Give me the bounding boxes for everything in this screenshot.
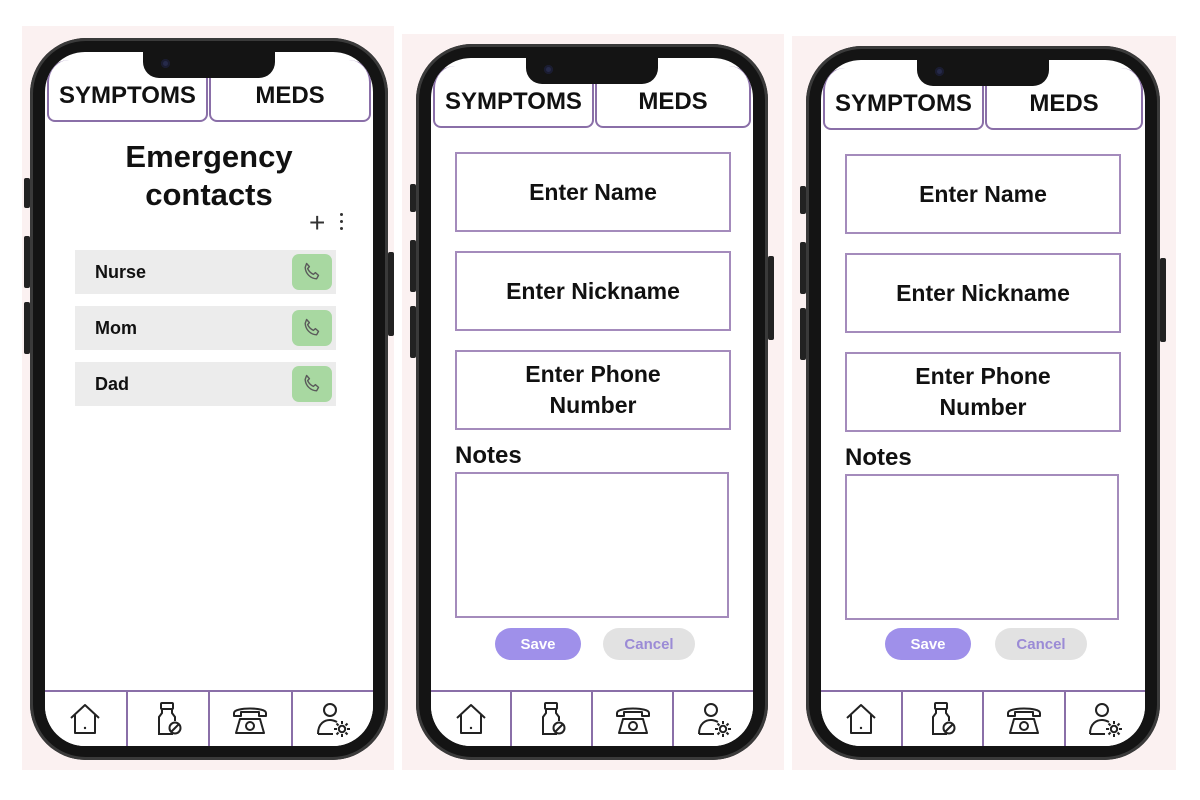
user-settings-icon (316, 703, 350, 737)
nav-medications[interactable] (128, 692, 210, 746)
nav-profile-settings[interactable] (1066, 692, 1146, 746)
contact-row-nurse[interactable]: Nurse (75, 250, 336, 294)
save-button[interactable]: Save (885, 628, 971, 660)
telephone-icon (233, 707, 268, 734)
bottom-nav (821, 690, 1145, 746)
save-button[interactable]: Save (495, 628, 581, 660)
nav-home[interactable] (45, 692, 128, 746)
call-button[interactable] (292, 366, 332, 402)
page-title-line-1: Emergency (125, 139, 293, 174)
notes-label: Notes (455, 442, 522, 469)
phone-notch (143, 52, 275, 78)
contact-name: Dad (95, 373, 130, 394)
camera-icon (544, 65, 553, 74)
user-settings-icon (1089, 703, 1123, 737)
nickname-field[interactable]: Enter Nickname (845, 253, 1121, 333)
nav-profile-settings[interactable] (293, 692, 374, 746)
page-title: Emergency contacts (45, 138, 373, 214)
phone-icon (304, 262, 320, 280)
home-icon (70, 704, 100, 734)
nav-contacts[interactable] (593, 692, 674, 746)
nav-contacts[interactable] (984, 692, 1066, 746)
bottom-nav (45, 690, 373, 746)
call-button[interactable] (292, 254, 332, 290)
phone-side-button (768, 256, 774, 340)
phone-notch (917, 60, 1049, 86)
name-field[interactable]: Enter Name (455, 152, 731, 232)
nav-medications[interactable] (903, 692, 984, 746)
phone-side-button (388, 252, 394, 336)
cancel-button[interactable]: Cancel (603, 628, 695, 660)
phone-field-line-2: Number (939, 394, 1027, 420)
call-button[interactable] (292, 310, 332, 346)
notes-label: Notes (845, 444, 912, 471)
nav-medications[interactable] (512, 692, 593, 746)
contact-name: Nurse (95, 261, 147, 282)
nav-home[interactable] (821, 692, 903, 746)
bottom-nav (431, 690, 753, 746)
camera-icon (161, 59, 170, 68)
add-contact-screen: SYMPTOMS MEDS Enter Name Enter Nickname … (431, 58, 753, 746)
phone-frame-add-contact-1: SYMPTOMS MEDS Enter Name Enter Nickname … (416, 44, 768, 760)
medicine-bottle-icon (157, 702, 182, 735)
nav-home[interactable] (431, 692, 512, 746)
phone-field-line-2: Number (549, 392, 637, 418)
phone-number-field[interactable]: Enter Phone Number (845, 352, 1121, 432)
user-settings-icon (697, 703, 731, 737)
notes-textarea[interactable] (845, 474, 1119, 620)
phone-frame-add-contact-2: SYMPTOMS MEDS Enter Name Enter Nickname … (806, 46, 1160, 760)
phone-icon (304, 318, 320, 336)
nickname-field[interactable]: Enter Nickname (455, 251, 731, 331)
phone-field-line-1: Enter Phone (915, 363, 1051, 389)
contacts-screen: SYMPTOMS MEDS Emergency contacts + Nurse… (45, 52, 373, 746)
phone-number-field[interactable]: Enter Phone Number (455, 350, 731, 430)
notes-textarea[interactable] (455, 472, 729, 618)
contact-row-dad[interactable]: Dad (75, 362, 336, 406)
camera-icon (935, 67, 944, 76)
phone-notch (526, 58, 658, 84)
phone-field-line-1: Enter Phone (525, 361, 661, 387)
cancel-button[interactable]: Cancel (995, 628, 1087, 660)
medicine-bottle-icon (541, 702, 565, 735)
add-contact-button[interactable]: + (309, 209, 325, 237)
telephone-icon (1006, 707, 1041, 734)
home-icon (455, 704, 486, 734)
nav-profile-settings[interactable] (674, 692, 753, 746)
home-icon (846, 704, 876, 734)
contact-row-mom[interactable]: Mom (75, 306, 336, 350)
nav-contacts[interactable] (210, 692, 293, 746)
more-options-icon[interactable] (340, 213, 344, 234)
medicine-bottle-icon (932, 702, 956, 735)
phone-icon (304, 374, 320, 392)
name-field[interactable]: Enter Name (845, 154, 1121, 234)
phone-frame-contacts: SYMPTOMS MEDS Emergency contacts + Nurse… (30, 38, 388, 760)
add-contact-screen: SYMPTOMS MEDS Enter Name Enter Nickname … (821, 60, 1145, 746)
phone-side-button (1160, 258, 1166, 342)
contact-name: Mom (95, 317, 137, 338)
telephone-icon (615, 707, 650, 734)
